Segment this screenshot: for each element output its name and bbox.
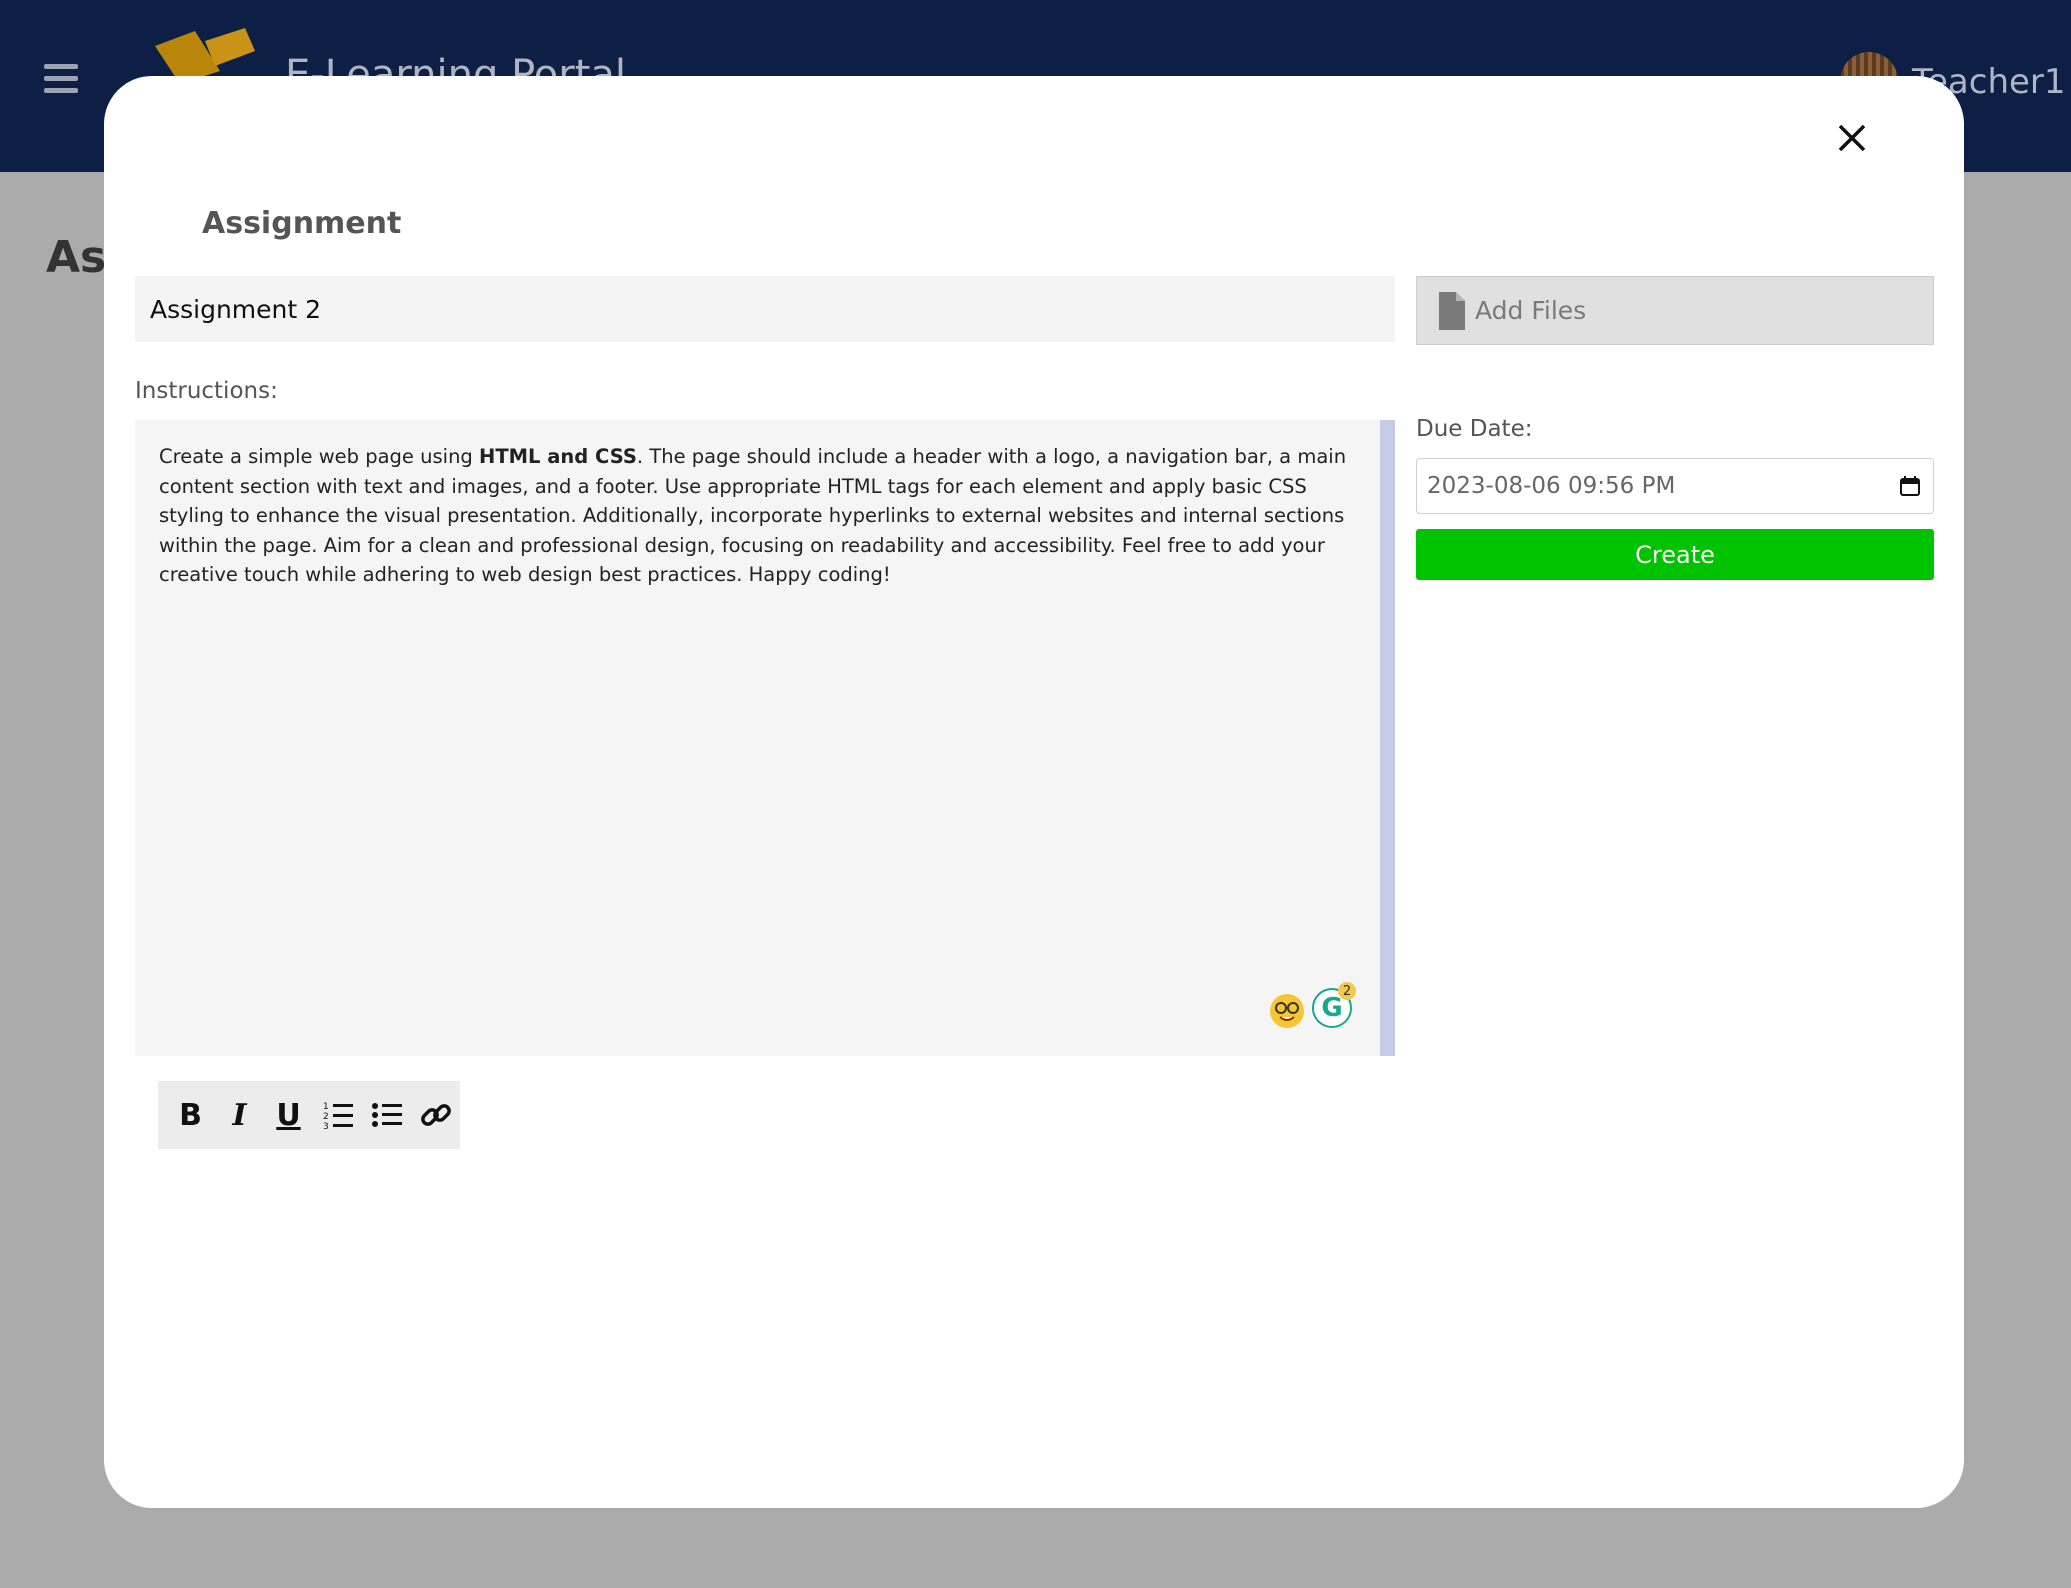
instructions-label: Instructions: [135,378,278,404]
underline-icon: U [276,1097,301,1133]
svg-text:3: 3 [323,1122,329,1131]
editor-scrollbar[interactable] [1380,420,1395,1056]
calendar-icon[interactable] [1899,475,1921,497]
add-files-label: Add Files [1475,296,1587,325]
ordered-list-button[interactable]: 1 2 3 [313,1089,362,1141]
link-button[interactable] [411,1089,460,1141]
svg-text:1: 1 [323,1102,329,1112]
italic-icon: I [232,1097,247,1133]
add-files-button[interactable]: Add Files [1416,276,1934,345]
grammarly-badge: 2 [1338,982,1356,1000]
grammarly-letter: G [1321,993,1343,1023]
create-button[interactable]: Create [1416,529,1934,580]
ordered-list-icon: 1 2 3 [323,1102,353,1131]
link-icon [420,1104,451,1126]
bold-text: HTML and CSS [479,445,637,468]
due-date-value: 2023-08-06 09:56 PM [1427,473,1676,499]
bold-icon: B [179,1097,202,1133]
modal-title: Assignment [202,206,402,241]
underline-button[interactable]: U [264,1089,313,1141]
grammarly-icon[interactable]: G 2 [1312,982,1356,1028]
svg-text:2: 2 [323,1112,329,1122]
instructions-text[interactable]: Create a simple web page using HTML and … [159,442,1359,590]
italic-button[interactable]: I [215,1089,264,1141]
instructions-editor[interactable]: Create a simple web page using HTML and … [135,420,1395,1056]
file-icon [1439,291,1465,330]
nerd-emoji-icon[interactable] [1270,994,1304,1028]
unordered-list-icon [371,1103,402,1127]
formatting-toolbar: B I U 1 2 3 [158,1081,460,1149]
assignment-title-input[interactable] [135,276,1395,342]
close-icon[interactable] [1836,122,1868,154]
due-date-input[interactable]: 2023-08-06 09:56 PM [1416,458,1934,514]
due-date-label: Due Date: [1416,416,1533,442]
unordered-list-button[interactable] [362,1089,411,1141]
bold-button[interactable]: B [166,1089,215,1141]
